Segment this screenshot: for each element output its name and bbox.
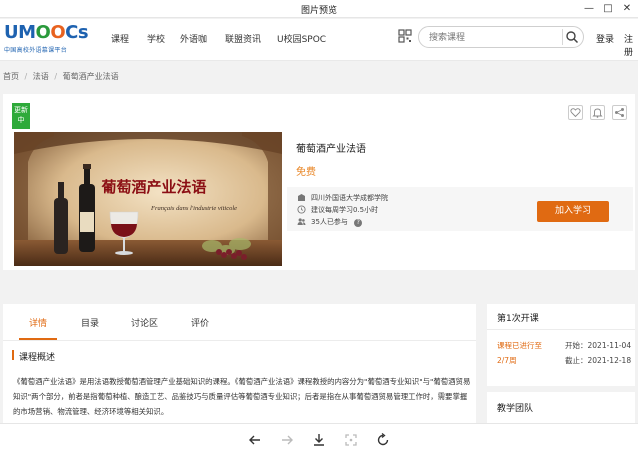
nav-item-alliance-news[interactable]: 联盟资讯 xyxy=(225,32,261,45)
session-start: 开始：2021-11-04 xyxy=(565,341,632,350)
breadcrumb-current: 葡萄酒产业法语 xyxy=(62,72,119,81)
close-button[interactable]: ✕ xyxy=(616,1,638,17)
search-box xyxy=(418,26,584,48)
session-divider xyxy=(487,329,635,330)
team-title: 教学团队 xyxy=(497,404,534,414)
search-separator xyxy=(562,29,563,45)
previous-arrow-icon[interactable] xyxy=(247,432,263,448)
building-icon xyxy=(298,194,305,201)
tab-details[interactable]: 详情 xyxy=(29,316,47,329)
breadcrumb-separator: / xyxy=(24,72,28,81)
participants-count: 35人已参与 xyxy=(311,218,348,226)
window-title: 图片预览 xyxy=(300,6,337,16)
session-progress: 2/7周 xyxy=(497,356,517,365)
breadcrumb-home[interactable]: 首页 xyxy=(3,72,19,81)
nav-item-spoc[interactable]: U校园SPOC xyxy=(277,32,326,45)
umoocs-logo[interactable]: UMOOCs 中国高校外语慕课平台 xyxy=(4,22,89,57)
cover-subtitle: Français dans l'industrie viticole xyxy=(150,205,237,212)
tab-discussion[interactable]: 讨论区 xyxy=(131,316,158,329)
next-arrow-icon[interactable] xyxy=(279,432,295,448)
notify-button[interactable] xyxy=(590,105,605,120)
breadcrumb: 首页 / 法语 / 葡萄酒产业法语 xyxy=(3,71,122,82)
update-badge: 更新中 xyxy=(12,103,30,129)
favorite-button[interactable] xyxy=(568,105,583,120)
register-link[interactable]: 注册 xyxy=(624,32,638,58)
info-row-study-time: 建议每周学习0.5小时 xyxy=(297,205,378,215)
qr-code-icon[interactable] xyxy=(398,29,412,43)
breadcrumb-separator: / xyxy=(54,72,58,81)
overview-heading: 课程概述 xyxy=(19,353,56,363)
cover-title: 葡萄酒产业法语 xyxy=(100,178,206,196)
login-link[interactable]: 登录 xyxy=(596,32,614,45)
session-status: 课程已进行至 xyxy=(497,341,542,350)
school-name[interactable]: 四川外国语大学成都学院 xyxy=(311,194,388,202)
course-cover-image: 葡萄酒产业法语 Français dans l'industrie vitico… xyxy=(14,132,282,266)
fit-screen-icon[interactable] xyxy=(343,432,359,448)
nav-item-courses[interactable]: 课程 xyxy=(111,32,129,45)
share-icon xyxy=(615,108,624,117)
nav-item-schools[interactable]: 学校 xyxy=(147,32,165,45)
heart-icon xyxy=(570,108,581,118)
info-row-school: 四川外国语大学成都学院 xyxy=(297,193,388,203)
search-input[interactable] xyxy=(429,30,559,44)
search-icon[interactable] xyxy=(565,30,579,44)
logo-wordmark: UMOOCs xyxy=(4,22,89,43)
logo-subtitle: 中国高校外语慕课平台 xyxy=(4,47,68,54)
tab-reviews[interactable]: 评价 xyxy=(191,316,209,329)
tab-catalog[interactable]: 目录 xyxy=(81,316,99,329)
section-marker xyxy=(12,350,14,360)
enroll-button[interactable]: 加入学习 xyxy=(537,201,609,222)
rotate-icon[interactable] xyxy=(375,432,391,448)
bell-icon xyxy=(592,108,603,118)
download-icon[interactable] xyxy=(311,432,327,448)
breadcrumb-french[interactable]: 法语 xyxy=(33,72,49,81)
users-icon xyxy=(297,218,306,225)
overview-text: 《葡萄酒产业法语》是用法语教授葡萄酒管理产业基础知识的课程。《葡萄酒产业法语》课… xyxy=(13,377,471,416)
clock-icon xyxy=(297,205,306,214)
course-title: 葡萄酒产业法语 xyxy=(296,144,366,155)
session-end: 截止：2021-12-18 xyxy=(565,356,632,365)
window-titlebar: 图片预览 — □ ✕ xyxy=(0,0,638,18)
help-icon[interactable]: ? xyxy=(354,219,363,227)
info-row-participants: 35人已参与 ? xyxy=(297,217,363,227)
site-header: UMOOCs 中国高校外语慕课平台 课程 学校 外语咖 联盟资讯 U校园SPOC… xyxy=(0,19,638,61)
nav-item-foreign-cafe[interactable]: 外语咖 xyxy=(180,32,207,45)
session-title: 第1次开课 xyxy=(497,314,539,324)
viewer-toolbar xyxy=(0,423,638,455)
share-button[interactable] xyxy=(612,105,627,120)
course-price: 免费 xyxy=(296,167,316,178)
study-time: 建议每周学习0.5小时 xyxy=(311,206,379,214)
tabs-divider xyxy=(3,340,476,341)
